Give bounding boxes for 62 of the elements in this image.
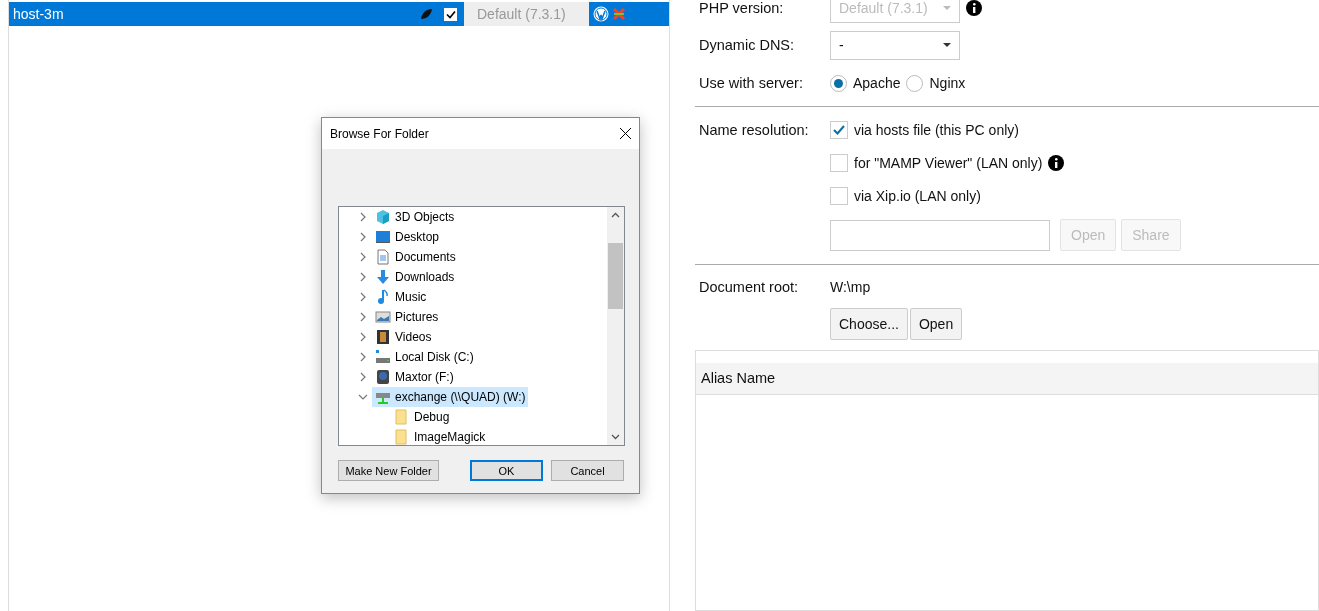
folder-tree-item[interactable]: exchange (\\QUAD) (W:)	[372, 387, 529, 407]
caret-icon	[943, 6, 951, 10]
host-name: host-3m	[12, 6, 65, 22]
document-icon	[375, 249, 391, 265]
action-button[interactable]: Choose...	[830, 308, 908, 341]
folder-icon	[394, 429, 410, 445]
checkbox-label: via Xip.io (LAN only)	[854, 187, 981, 204]
dialog-title: Browse For Folder	[330, 126, 429, 141]
folder-tree-item[interactable]: ImageMagick	[391, 427, 489, 445]
folder-tree-item[interactable]: Debug	[391, 407, 453, 427]
folder-tree-item[interactable]: Desktop	[372, 227, 443, 247]
host-checkbox[interactable]	[444, 7, 457, 21]
field-label: Use with server:	[698, 75, 804, 91]
dialog-button[interactable]: OK	[470, 460, 543, 481]
php-version-cell: Default (7.3.1)	[464, 2, 589, 26]
down-arrow-icon	[375, 269, 391, 285]
info-icon[interactable]	[1048, 154, 1065, 171]
picture-icon	[375, 309, 391, 325]
field-label: Dynamic DNS:	[698, 37, 796, 53]
checkbox[interactable]	[830, 186, 848, 205]
radio-label: Nginx	[929, 75, 966, 91]
dialog-button[interactable]: Cancel	[551, 460, 624, 481]
dialog-button[interactable]: Make New Folder	[338, 460, 439, 481]
checkbox-label: via hosts file (this PC only)	[854, 121, 1019, 138]
checkbox[interactable]	[830, 120, 848, 139]
checkbox[interactable]	[830, 153, 848, 172]
folder-tree-item[interactable]: 3D Objects	[372, 207, 458, 227]
radio-label: Apache	[853, 75, 901, 91]
folder-tree-item[interactable]: Videos	[372, 327, 435, 347]
music-note-icon	[375, 289, 391, 305]
cube-icon	[375, 209, 391, 225]
leaf-icon	[420, 8, 433, 20]
film-icon	[375, 329, 391, 345]
scroll-up-icon[interactable]	[611, 212, 620, 218]
hard-drive-icon	[375, 349, 391, 365]
field-label: Name resolution:	[698, 121, 810, 138]
folder-tree-item[interactable]: Pictures	[372, 307, 442, 327]
folder-tree-item[interactable]: Downloads	[372, 267, 458, 287]
field-label: PHP version:	[698, 0, 785, 16]
collapse-icon[interactable]	[358, 392, 368, 402]
folder-tree-item[interactable]: Maxtor (F:)	[372, 367, 457, 387]
caret-icon	[943, 43, 951, 47]
drive-icon	[375, 369, 391, 385]
info-icon[interactable]	[966, 0, 982, 16]
scrollbar-thumb[interactable]	[608, 243, 623, 309]
action-button[interactable]: Open	[909, 308, 963, 341]
document-root-path: W:\mp	[830, 279, 871, 295]
folder-icon	[394, 409, 410, 425]
wordpress-icon	[593, 6, 609, 22]
folder-tree-item[interactable]: Documents	[372, 247, 459, 267]
dynamic-dns-select[interactable]: -	[830, 30, 960, 60]
field-label: Document root:	[698, 279, 800, 295]
folder-tree-item[interactable]: Music	[372, 287, 430, 307]
scroll-down-icon[interactable]	[611, 434, 620, 440]
input-field[interactable]	[830, 219, 1050, 251]
close-icon[interactable]	[620, 128, 631, 139]
column-header[interactable]: Alias Name	[696, 370, 776, 387]
folder-tree-item[interactable]: Local Disk (C:)	[372, 347, 477, 367]
host-row[interactable]: host-3m Default (7.3.1)	[9, 2, 669, 26]
monitor-icon	[375, 229, 391, 245]
joomla-icon	[611, 6, 627, 22]
checkbox-label: for "MAMP Viewer" (LAN only)	[854, 154, 1043, 171]
